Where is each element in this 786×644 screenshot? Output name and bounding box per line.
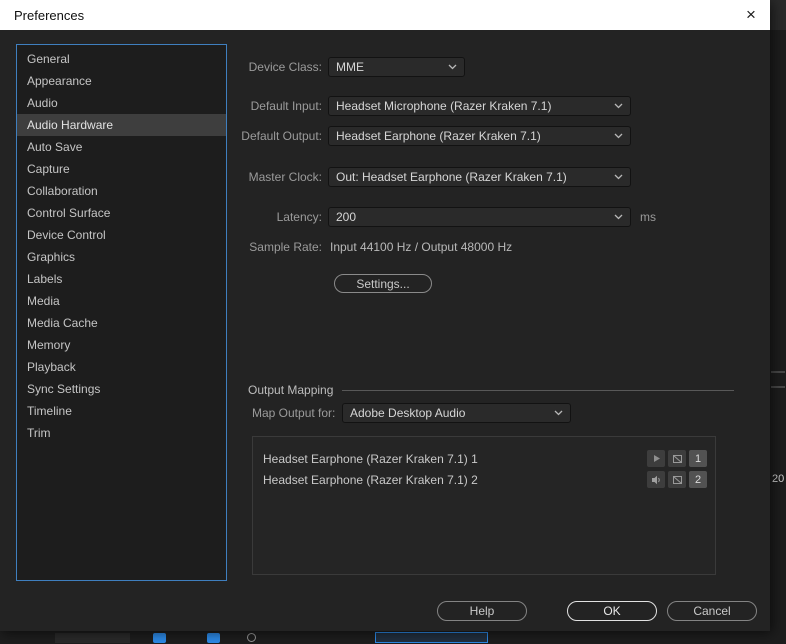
sidebar-item-audio-hardware[interactable]: Audio Hardware (17, 114, 226, 136)
background-tool-icon (153, 633, 166, 643)
default-output-label: Default Output: (230, 126, 322, 146)
sidebar-item-media-cache[interactable]: Media Cache (17, 312, 226, 334)
background-text-fragment: 20 (772, 473, 784, 485)
sidebar-item-auto-save[interactable]: Auto Save (17, 136, 226, 158)
channel-map-icon[interactable] (668, 471, 686, 488)
sidebar-item-graphics[interactable]: Graphics (17, 246, 226, 268)
sidebar-item-timeline[interactable]: Timeline (17, 400, 226, 422)
row-icon-group: 1 (647, 450, 707, 467)
map-output-for-label: Map Output for: (252, 403, 338, 423)
output-mapping-row: Headset Earphone (Razer Kraken 7.1) 1 1 (263, 448, 707, 469)
sidebar-item-general[interactable]: General (17, 48, 226, 70)
close-icon[interactable]: × (738, 0, 764, 30)
output-mapping-row: Headset Earphone (Razer Kraken 7.1) 2 2 (263, 469, 707, 490)
chevron-down-icon (448, 64, 457, 70)
latency-label: Latency: (230, 207, 322, 227)
master-clock-label: Master Clock: (230, 167, 322, 187)
sidebar-item-device-control[interactable]: Device Control (17, 224, 226, 246)
preferences-category-list: General Appearance Audio Audio Hardware … (16, 44, 227, 581)
background-selected-clip (375, 632, 488, 643)
latency-select[interactable]: 200 (328, 207, 631, 227)
sidebar-item-capture[interactable]: Capture (17, 158, 226, 180)
device-class-select[interactable]: MME (328, 57, 465, 77)
chevron-down-icon (554, 410, 563, 416)
background-tool-icon (207, 633, 220, 643)
background-record-icon (247, 633, 256, 642)
default-input-value: Headset Microphone (Razer Kraken 7.1) (336, 99, 608, 113)
background-app-right: 20 (770, 0, 786, 644)
sidebar-item-control-surface[interactable]: Control Surface (17, 202, 226, 224)
section-divider (342, 390, 734, 391)
background-divider (771, 371, 785, 373)
map-output-for-select[interactable]: Adobe Desktop Audio (342, 403, 571, 423)
output-channel-label: Headset Earphone (Razer Kraken 7.1) 1 (263, 452, 478, 466)
map-output-for-value: Adobe Desktop Audio (350, 406, 548, 420)
default-output-value: Headset Earphone (Razer Kraken 7.1) (336, 129, 608, 143)
output-channel-label: Headset Earphone (Razer Kraken 7.1) 2 (263, 473, 478, 487)
dialog-title: Preferences (14, 8, 84, 23)
play-icon[interactable] (647, 450, 665, 467)
sidebar-item-sync-settings[interactable]: Sync Settings (17, 378, 226, 400)
background-panel-fragment (55, 633, 130, 643)
latency-value: 200 (336, 210, 608, 224)
chevron-down-icon (614, 174, 623, 180)
sidebar-item-labels[interactable]: Labels (17, 268, 226, 290)
default-output-select[interactable]: Headset Earphone (Razer Kraken 7.1) (328, 126, 631, 146)
channel-map-icon[interactable] (668, 450, 686, 467)
master-clock-select[interactable]: Out: Headset Earphone (Razer Kraken 7.1) (328, 167, 631, 187)
default-input-label: Default Input: (230, 96, 322, 116)
master-clock-value: Out: Headset Earphone (Razer Kraken 7.1) (336, 170, 608, 184)
background-app-bottom (0, 631, 770, 644)
dialog-titlebar: Preferences × (0, 0, 770, 30)
channel-number-badge[interactable]: 2 (689, 471, 707, 488)
row-icon-group: 2 (647, 471, 707, 488)
output-mapping-panel: Headset Earphone (Razer Kraken 7.1) 1 1 … (252, 436, 716, 575)
latency-unit-label: ms (640, 207, 656, 227)
chevron-down-icon (614, 103, 623, 109)
sample-rate-value: Input 44100 Hz / Output 48000 Hz (330, 237, 512, 257)
sidebar-item-audio[interactable]: Audio (17, 92, 226, 114)
screen: 20 Preferences × General Appearance Audi… (0, 0, 786, 644)
sample-rate-label: Sample Rate: (230, 237, 322, 257)
chevron-down-icon (614, 214, 623, 220)
help-button[interactable]: Help (437, 601, 527, 621)
speaker-icon[interactable] (647, 471, 665, 488)
default-input-select[interactable]: Headset Microphone (Razer Kraken 7.1) (328, 96, 631, 116)
settings-button[interactable]: Settings... (334, 274, 432, 293)
channel-number-badge[interactable]: 1 (689, 450, 707, 467)
sidebar-item-appearance[interactable]: Appearance (17, 70, 226, 92)
background-titlebar-fragment (770, 0, 786, 30)
cancel-button[interactable]: Cancel (667, 601, 757, 621)
background-divider (771, 386, 785, 388)
sidebar-item-trim[interactable]: Trim (17, 422, 226, 444)
device-class-value: MME (336, 60, 442, 74)
sidebar-item-playback[interactable]: Playback (17, 356, 226, 378)
sidebar-item-media[interactable]: Media (17, 290, 226, 312)
chevron-down-icon (614, 133, 623, 139)
sidebar-item-collaboration[interactable]: Collaboration (17, 180, 226, 202)
ok-button[interactable]: OK (567, 601, 657, 621)
sidebar-item-memory[interactable]: Memory (17, 334, 226, 356)
output-mapping-section-title: Output Mapping (248, 383, 333, 397)
preferences-dialog: Preferences × General Appearance Audio A… (0, 0, 770, 631)
device-class-label: Device Class: (230, 57, 322, 77)
